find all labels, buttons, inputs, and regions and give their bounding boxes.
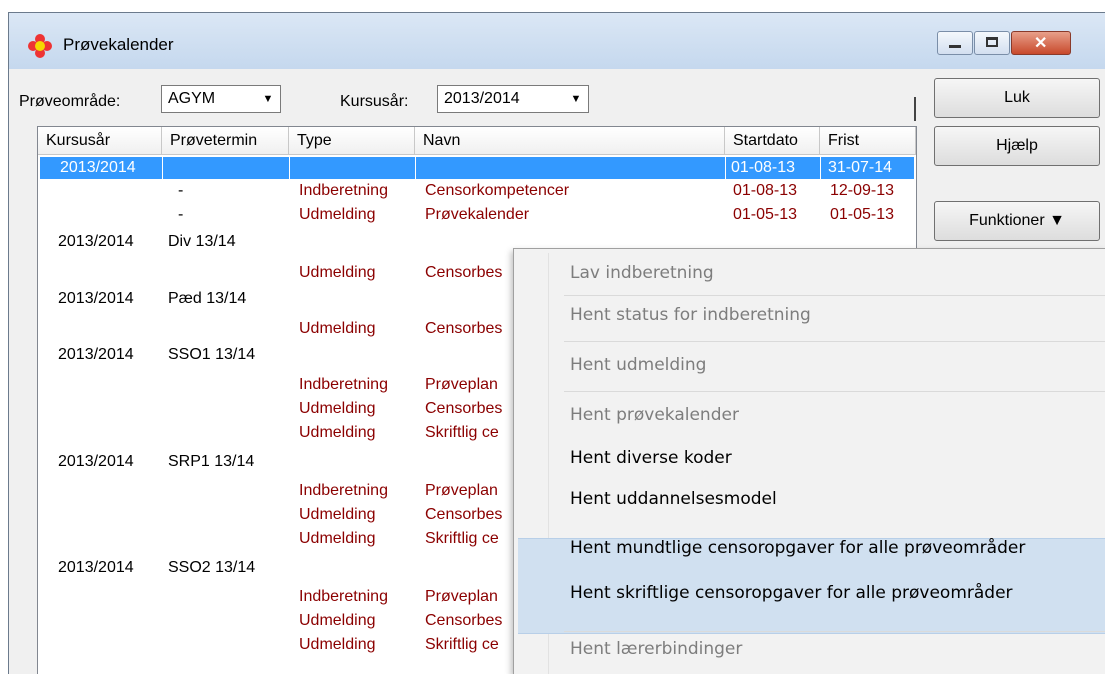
functions-button-label: Funktioner ▼ — [969, 212, 1065, 229]
grid-cell-startdato: 01-08-13 — [733, 182, 798, 199]
menu-item-hent-mundtlige-censoropgaver-for-alle-prøveområder[interactable]: Hent mundtlige censoropgaver for alle pr… — [570, 538, 1025, 558]
grid-cell-frist: 01-05-13 — [830, 206, 895, 223]
row-cell-divider — [162, 157, 290, 179]
menu-item-hent-uddannelsesmodel[interactable]: Hent uddannelsesmodel — [570, 489, 777, 509]
grid-cell-navn: Censorbes — [425, 320, 503, 337]
menu-item-hent-udmelding[interactable]: Hent udmelding — [570, 355, 706, 375]
menu-item-hent-prøvekalender[interactable]: Hent prøvekalender — [570, 405, 739, 425]
year-select[interactable]: 2013/2014 ▼ — [437, 85, 589, 113]
grid-cell-navn: Censorbes — [425, 612, 503, 629]
grid-cell-type: Udmelding — [299, 612, 376, 629]
menu-separator — [564, 391, 1105, 392]
year-label: Kursusår: — [340, 93, 409, 110]
grid-cell-kursusar: 2013/2014 — [58, 453, 134, 470]
grid-cell-termin: SSO2 13/14 — [168, 559, 256, 576]
grid-cell-kursusar: 2013/2014 — [58, 233, 134, 250]
grid-cell-termin: Div 13/14 — [168, 233, 236, 250]
grid-cell-kursusar: 2013/2014 — [58, 346, 134, 363]
row-cell-divider — [289, 157, 416, 179]
grid-cell-navn: Skriftlig ce — [425, 636, 499, 653]
grid-cell-type: Udmelding — [299, 400, 376, 417]
grid-cell-type: Udmelding — [299, 206, 376, 223]
close-button-label: Luk — [1004, 89, 1030, 106]
menu-item-hent-diverse-koder[interactable]: Hent diverse koder — [570, 448, 732, 468]
menu-item-hent-status-for-indberetning[interactable]: Hent status for indberetning — [570, 305, 811, 325]
area-select-value: AGYM — [168, 90, 216, 107]
grid-cell-navn: Prøvekalender — [425, 206, 530, 223]
grid-cell-frist: 12-09-13 — [830, 182, 895, 199]
grid-cell-navn: Skriftlig ce — [425, 530, 499, 547]
chevron-down-icon: ▼ — [570, 93, 582, 105]
grid-cell-navn: Prøveplan — [425, 482, 498, 499]
provekalender-window: Prøvekalender ✕ Prøveområde: AGYM ▼ Kurs… — [8, 12, 1105, 674]
window-title: Prøvekalender — [63, 35, 174, 54]
year-select-value: 2013/2014 — [444, 90, 520, 107]
header-kursusar[interactable]: Kursusår — [38, 127, 162, 155]
header-provetermin[interactable]: Prøvetermin — [162, 127, 289, 155]
menu-item-hent-skriftlige-censoropgaver-for-alle-prøveområder[interactable]: Hent skriftlige censoropgaver for alle p… — [570, 583, 1013, 603]
grid-cell-termin: - — [178, 182, 184, 199]
grid-cell-type: Indberetning — [299, 588, 388, 605]
chevron-down-icon: ▼ — [262, 93, 274, 105]
maximize-icon — [986, 37, 998, 47]
minimize-icon — [949, 45, 961, 48]
grid-cell-type: Udmelding — [299, 424, 376, 441]
grid-cell-navn: Censorkompetencer — [425, 182, 570, 199]
grid-cell-type: Udmelding — [299, 530, 376, 547]
title-bar[interactable]: Prøvekalender ✕ — [9, 13, 1105, 69]
close-icon: ✕ — [1034, 35, 1048, 52]
grid-cell-type: Udmelding — [299, 320, 376, 337]
menu-separator — [564, 631, 1105, 632]
menu-separator — [564, 295, 1105, 296]
maximize-button[interactable] — [974, 31, 1010, 55]
grid-cell-termin: SSO1 13/14 — [168, 346, 256, 363]
help-button[interactable]: Hjælp — [934, 126, 1100, 166]
grid-cell-navn: Censorbes — [425, 264, 503, 281]
grid-cell-termin: Pæd 13/14 — [168, 290, 247, 307]
selected-frist: 31-07-14 — [828, 159, 893, 176]
flower-app-icon — [28, 34, 52, 58]
grid-cell-type: Indberetning — [299, 376, 388, 393]
close-window-button[interactable]: ✕ — [1011, 31, 1071, 55]
header-startdato[interactable]: Startdato — [725, 127, 820, 155]
functions-menu: Lav indberetning Hent status for indberet… — [513, 248, 1105, 674]
grid-cell-type: Udmelding — [299, 506, 376, 523]
area-select[interactable]: AGYM ▼ — [161, 85, 281, 113]
grid-cell-navn: Censorbes — [425, 400, 503, 417]
header-type[interactable]: Type — [289, 127, 415, 155]
close-button[interactable]: Luk — [934, 78, 1100, 118]
menu-item-lav-indberetning[interactable]: Lav indberetning — [570, 263, 714, 283]
selected-startdato: 01-08-13 — [731, 159, 796, 176]
grid-cell-type: Udmelding — [299, 636, 376, 653]
grid-cell-kursusar: 2013/2014 — [58, 559, 134, 576]
grid-cell-navn: Prøveplan — [425, 376, 498, 393]
area-label: Prøveområde: — [19, 93, 121, 110]
help-button-label: Hjælp — [996, 137, 1038, 154]
grid-cell-navn: Prøveplan — [425, 588, 498, 605]
header-navn[interactable]: Navn — [415, 127, 725, 155]
grid-cell-type: Udmelding — [299, 264, 376, 281]
selected-kursusar: 2013/2014 — [60, 159, 136, 176]
grid-cell-type: Indberetning — [299, 182, 388, 199]
menu-item-hent-lærerbindinger[interactable]: Hent lærerbindinger — [570, 639, 742, 659]
header-frist[interactable]: Frist — [820, 127, 916, 155]
grid-cell-navn: Skriftlig ce — [425, 424, 499, 441]
grid-cell-kursusar: 2013/2014 — [58, 290, 134, 307]
menu-separator — [564, 341, 1105, 342]
grid-cell-startdato: 01-05-13 — [733, 206, 798, 223]
grid-cell-type: Indberetning — [299, 482, 388, 499]
grid-cell-termin: - — [178, 206, 184, 223]
row-cell-divider — [415, 157, 726, 179]
toolbar-separator — [914, 97, 916, 121]
grid-cell-termin: SRP1 13/14 — [168, 453, 255, 470]
grid-cell-navn: Censorbes — [425, 506, 503, 523]
functions-button[interactable]: Funktioner ▼ — [934, 201, 1100, 241]
minimize-button[interactable] — [937, 31, 973, 55]
